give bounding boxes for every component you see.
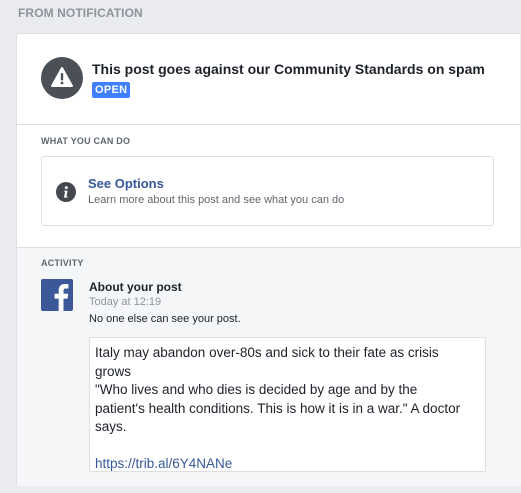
see-options-description: Learn more about this post and see what … xyxy=(88,194,345,206)
what-you-can-do-label: WHAT YOU CAN DO xyxy=(41,136,131,146)
activity-title: About your post xyxy=(89,280,182,294)
activity-label: ACTIVITY xyxy=(41,258,84,268)
status-badge: OPEN xyxy=(92,82,131,98)
activity-timestamp: Today at 12:19 xyxy=(89,296,162,308)
divider xyxy=(17,247,521,248)
facebook-logo-icon xyxy=(41,279,73,311)
post-text-line: says. xyxy=(95,419,127,434)
post-spacer xyxy=(95,437,480,456)
warning-icon xyxy=(41,57,83,99)
post-text-line: patient's health conditions. This is how… xyxy=(95,400,461,416)
activity-note: No one else can see your post. xyxy=(89,313,241,325)
post-text-line: "Who lives and who dies is decided by ag… xyxy=(95,382,418,397)
post-text-line: grows xyxy=(95,363,132,379)
post-text-line: Italy may abandon over-80s and sick to t… xyxy=(95,345,439,360)
see-options-button[interactable]: See Options Learn more about this post a… xyxy=(41,156,494,226)
post-content-box: Italy may abandon over-80s and sick to t… xyxy=(89,337,486,472)
see-options-link[interactable]: See Options xyxy=(88,176,164,191)
divider xyxy=(17,124,521,125)
notification-card: This post goes against our Community Sta… xyxy=(16,33,521,486)
section-header: FROM NOTIFICATION xyxy=(18,6,143,20)
post-link[interactable]: https://trib.al/6Y4NANe xyxy=(95,455,480,474)
violation-notice: This post goes against our Community Sta… xyxy=(17,34,521,124)
notice-title: This post goes against our Community Sta… xyxy=(92,61,485,77)
info-icon xyxy=(56,182,76,202)
